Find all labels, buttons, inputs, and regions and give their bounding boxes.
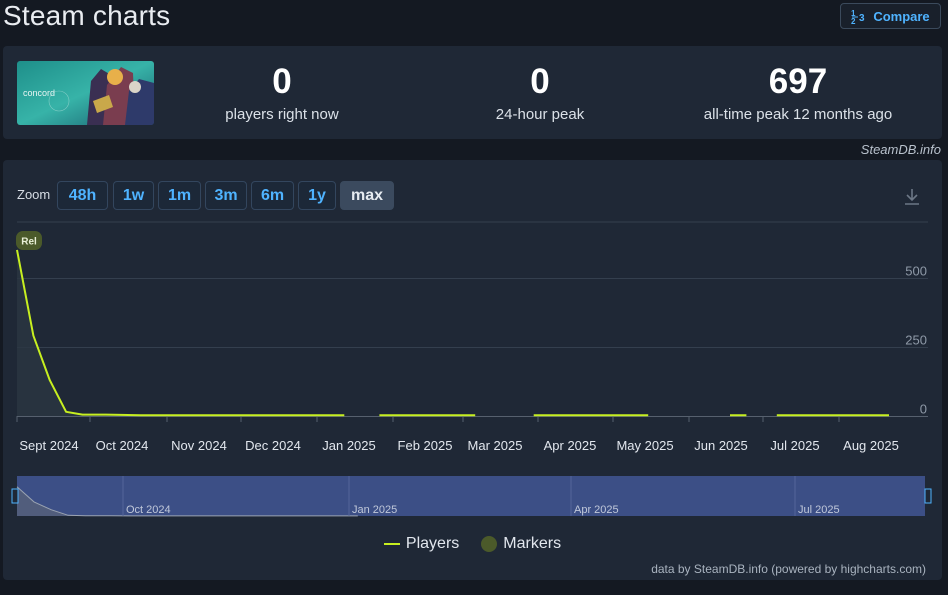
players-legend-line (383, 543, 400, 545)
navigator-tick-label: Jul 2025 (798, 504, 840, 516)
compare-icon: 1 2 3 (851, 9, 865, 24)
navigator-handle-right[interactable] (924, 488, 932, 504)
page-title: Steam charts (3, 0, 171, 31)
credit-top[interactable]: SteamDB.info (861, 142, 941, 157)
stat-current-value: 0 (272, 62, 292, 101)
stat-all-time-peak-label: all-time peak 12 months ago (703, 106, 893, 123)
x-tick-label: Sept 2024 (19, 438, 78, 453)
legend-item-markers[interactable]: Markers (481, 535, 561, 553)
release-marker-label: Rel (21, 237, 37, 248)
stat-current-label: players right now (225, 106, 339, 123)
stats-card: concord 0 players right now 0 24-hour pe… (3, 46, 942, 139)
legend-item-players[interactable]: Players (383, 535, 460, 553)
legend-markers-label: Markers (503, 535, 562, 552)
stat-24h-peak: 0 24-hour peak (470, 60, 610, 123)
players-chart: 0 250 500 Sept 2024 Oct 2024 Nov 2024 Dec 202… (11, 221, 932, 517)
stat-24h-peak-value: 0 (530, 62, 550, 101)
navigator-tick-label: Apr 2025 (574, 504, 619, 516)
chart-legend: Players Markers (3, 535, 942, 553)
stat-all-time-peak-value: 697 (768, 62, 828, 101)
navigator-tick-label: Jan 2025 (352, 504, 397, 516)
chart-card: Zoom 48h 1w 1m 3m 6m 1y max 0 250 500 Sept… (3, 160, 942, 580)
compare-label: Compare (873, 8, 930, 24)
stat-all-time-peak: 697 all-time peak 12 months ago (693, 60, 903, 123)
game-logo-text: concord (23, 88, 55, 98)
x-tick-label: Jan 2025 (322, 438, 376, 453)
game-thumbnail[interactable]: concord (17, 61, 154, 125)
navigator-tick-label: Oct 2024 (126, 504, 171, 516)
x-tick-label: Mar 2025 (468, 438, 523, 453)
y-tick-label: 500 (905, 264, 927, 279)
navigator-handle-left[interactable] (11, 488, 19, 504)
y-tick-label: 250 (905, 333, 927, 348)
players-line (16, 249, 345, 417)
x-tick-label: Jul 2025 (770, 438, 819, 453)
compare-button[interactable]: 1 2 3 Compare (840, 3, 941, 29)
x-tick-label: Apr 2025 (544, 438, 597, 453)
stat-24h-peak-label: 24-hour peak (495, 106, 585, 123)
x-tick-label: May 2025 (616, 438, 673, 453)
players-area (17, 249, 345, 416)
y-tick-label: 0 (920, 402, 927, 417)
svg-text:3: 3 (859, 13, 865, 24)
x-tick-label: Jun 2025 (694, 438, 748, 453)
stat-current: 0 players right now (212, 60, 352, 123)
credit-bottom[interactable]: data by SteamDB.info (powered by highcha… (651, 562, 926, 576)
x-tick-label: Dec 2024 (245, 438, 301, 453)
markers-legend-dot (481, 536, 498, 552)
x-tick-label: Feb 2025 (398, 438, 453, 453)
x-tick-label: Aug 2025 (843, 438, 899, 453)
svg-text:2: 2 (851, 17, 856, 24)
legend-players-label: Players (405, 535, 460, 552)
x-tick-label: Oct 2024 (96, 438, 149, 453)
x-tick-label: Nov 2024 (171, 438, 227, 453)
